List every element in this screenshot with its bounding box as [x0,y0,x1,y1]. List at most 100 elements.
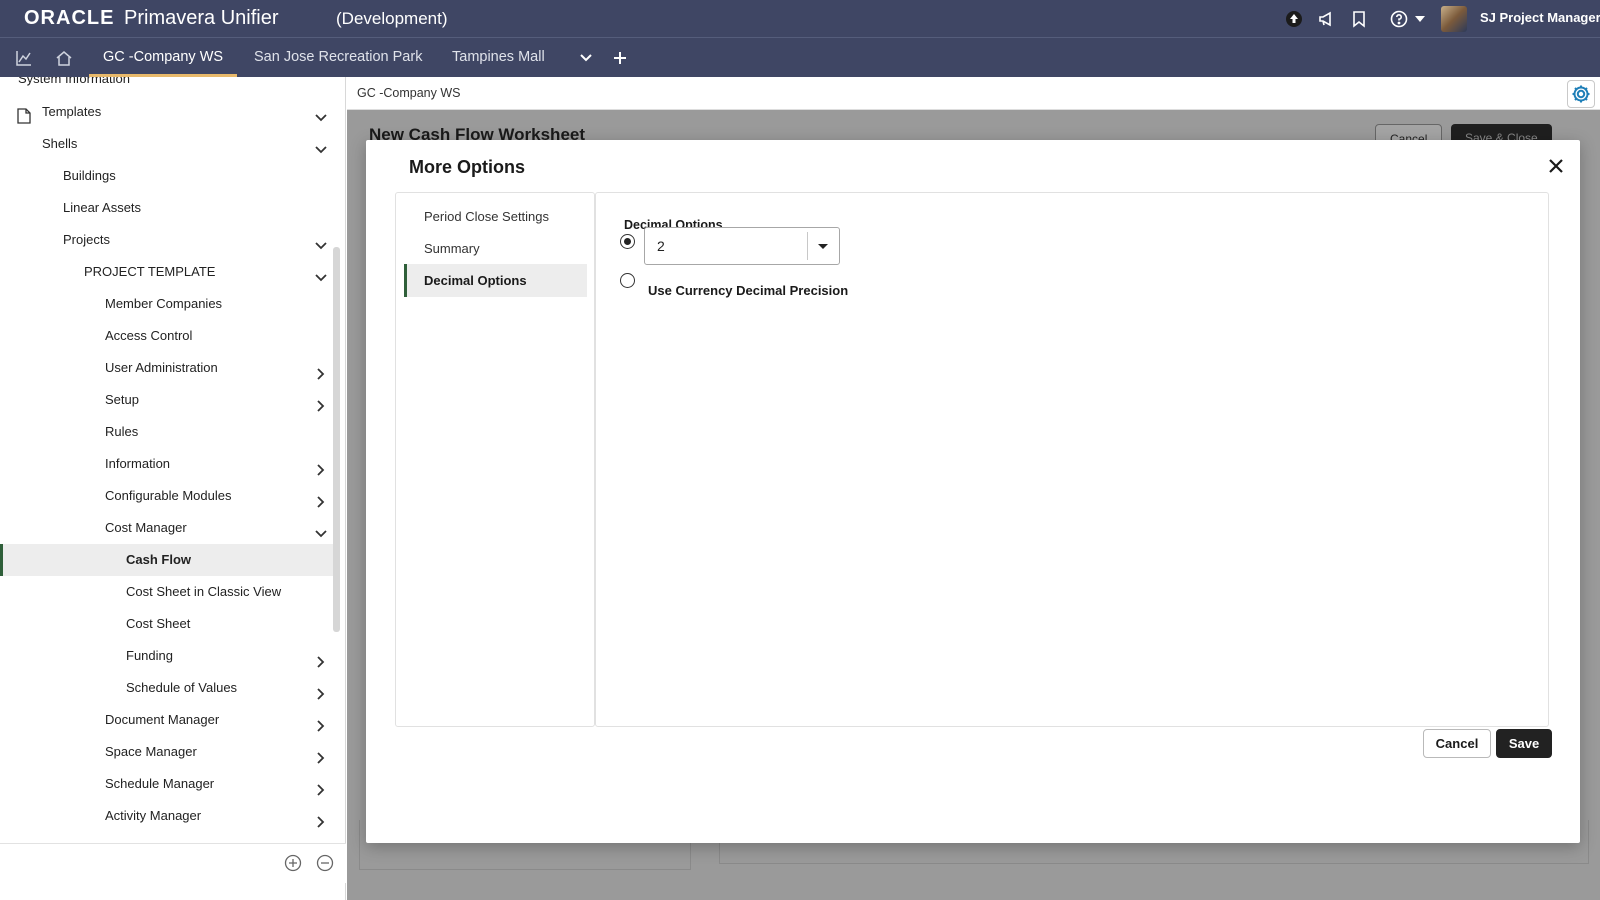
sidebar-item-label: Templates [42,104,102,119]
tab-bar: GC -Company WS San Jose Recreation Park … [0,37,1600,77]
help-icon[interactable] [1386,0,1412,37]
sidebar-item-label: Projects [63,232,110,247]
chevron-down-icon[interactable] [314,105,328,122]
sidebar-item-label: Funding [126,648,173,663]
sidebar-item-label: Cost Sheet [126,616,191,631]
sidebar-item-information[interactable]: Information [0,448,336,480]
sidebar-item-label: Configurable Modules [105,488,232,503]
sidebar-item-projects[interactable]: Projects [0,224,336,256]
close-icon[interactable] [1546,156,1566,176]
announcement-icon[interactable] [1313,0,1339,37]
sidebar-item-cost-sheet[interactable]: Cost Sheet [0,608,336,640]
sidebar-item-buildings[interactable]: Buildings [0,160,336,192]
decimal-value-select[interactable]: 2 [644,227,840,265]
sidebar-item-linear-assets[interactable]: Linear Assets [0,192,336,224]
decimal-value-radio[interactable] [620,234,635,249]
dialog-title: More Options [409,157,525,177]
select-divider [807,232,808,260]
bookmark-icon[interactable] [1346,0,1372,37]
chevron-right-icon[interactable] [314,457,328,476]
chevron-down-icon[interactable] [314,521,328,538]
sidebar-item-label: Reports [105,832,151,843]
dialog-nav: Period Close Settings Summary Decimal Op… [395,192,595,727]
save-button[interactable]: Save [1496,729,1552,758]
sidebar-item-label: Information [105,456,171,471]
more-options-dialog: More Options Period Close Settings Summa… [366,140,1580,843]
chevron-right-icon[interactable] [314,361,328,380]
cancel-button[interactable]: Cancel [1423,729,1491,758]
tabs-chevron-down-icon[interactable] [568,38,604,77]
chevron-right-icon[interactable] [314,649,328,668]
app-logo[interactable]: ORACLE Primavera Unifier [24,6,279,30]
breadcrumb-bar: GC -Company WS [347,77,1600,110]
sidebar-item-funding[interactable]: Funding [0,640,336,672]
sidebar-item-label: Schedule of Values [126,680,238,695]
tab-gc-company-ws[interactable]: GC -Company WS [89,38,238,77]
expand-all-icon[interactable] [284,854,304,874]
nav-decimal-options[interactable]: Decimal Options [404,264,587,297]
caret-down-icon[interactable] [815,238,831,254]
sidebar-item-reports[interactable]: Reports [0,832,336,843]
sidebar-item-label: User Administration [105,360,218,375]
sidebar-item-label: Activity Manager [105,808,202,823]
home-icon[interactable] [46,38,82,77]
nav-period-close-settings[interactable]: Period Close Settings [404,200,587,233]
sidebar-item-configurable-modules[interactable]: Configurable Modules [0,480,336,512]
brand-product: Primavera Unifier [124,7,279,29]
sidebar-item-partial[interactable]: System Information [18,77,130,86]
sidebar-item-setup[interactable]: Setup [0,384,336,416]
sidebar-item-label: Member Companies [105,296,223,311]
tab-tampines-mall[interactable]: Tampines Mall [438,38,559,77]
chevron-down-icon[interactable] [314,233,328,250]
chevron-right-icon[interactable] [314,777,328,796]
collapse-all-icon[interactable] [316,854,336,874]
chevron-right-icon[interactable] [314,393,328,412]
sidebar-item-space-manager[interactable]: Space Manager [0,736,336,768]
sidebar-item-templates[interactable]: Templates [0,96,336,128]
user-name[interactable]: SJ Project Manager [1480,10,1600,25]
chevron-right-icon[interactable] [314,681,328,700]
gear-icon [1572,85,1590,103]
sidebar-navigation: System Information Templates Shells Buildi… [0,77,346,900]
sidebar-item-activity-manager[interactable]: Activity Manager [0,800,336,832]
environment-label: (Development) [336,9,448,28]
sidebar-item-schedule-of-values[interactable]: Schedule of Values [0,672,336,704]
sidebar-item-schedule-manager[interactable]: Schedule Manager [0,768,336,800]
avatar[interactable] [1441,6,1467,32]
currency-precision-radio[interactable] [620,273,635,288]
settings-button[interactable] [1567,80,1595,108]
nav-summary[interactable]: Summary [404,232,587,265]
chevron-right-icon[interactable] [314,713,328,732]
sidebar-item-cost-sheet-in-classic-view[interactable]: Cost Sheet in Classic View [0,576,336,608]
chevron-right-icon[interactable] [314,809,328,828]
sidebar-item-rules[interactable]: Rules [0,416,336,448]
sidebar-item-cost-manager[interactable]: Cost Manager [0,512,336,544]
breadcrumb[interactable]: GC -Company WS [357,86,461,100]
sidebar-item-user-administration[interactable]: User Administration [0,352,336,384]
document-icon [17,104,31,124]
sidebar-item-shells[interactable]: Shells [0,128,336,160]
add-tab-icon[interactable] [602,38,638,77]
sidebar-item-project-template[interactable]: PROJECT TEMPLATE [0,256,336,288]
sidebar-item-document-manager[interactable]: Document Manager [0,704,336,736]
dashboard-icon[interactable] [6,38,42,77]
sidebar-item-label: Schedule Manager [105,776,215,791]
chevron-down-icon[interactable] [314,137,328,154]
sidebar-scrollbar[interactable] [333,247,340,632]
chevron-right-icon[interactable] [314,489,328,508]
chevron-down-icon[interactable] [314,265,328,282]
decimal-value: 2 [657,238,665,254]
sidebar-item-label: Access Control [105,328,193,343]
sidebar-item-cash-flow[interactable]: Cash Flow [0,544,336,576]
top-bar: ORACLE Primavera Unifier (Development) S… [0,0,1600,37]
sidebar-item-access-control[interactable]: Access Control [0,320,336,352]
sidebar-item-label: Cost Sheet in Classic View [126,584,282,599]
tab-san-jose-recreation-park[interactable]: San Jose Recreation Park [240,38,436,77]
chevron-right-icon[interactable] [314,745,328,764]
sidebar-item-member-companies[interactable]: Member Companies [0,288,336,320]
upload-icon[interactable] [1281,0,1307,37]
sidebar-footer [0,843,346,883]
chevron-down-icon[interactable] [1410,0,1430,37]
currency-precision-label[interactable]: Use Currency Decimal Precision [648,283,848,298]
sidebar-item-label: Buildings [63,168,116,183]
